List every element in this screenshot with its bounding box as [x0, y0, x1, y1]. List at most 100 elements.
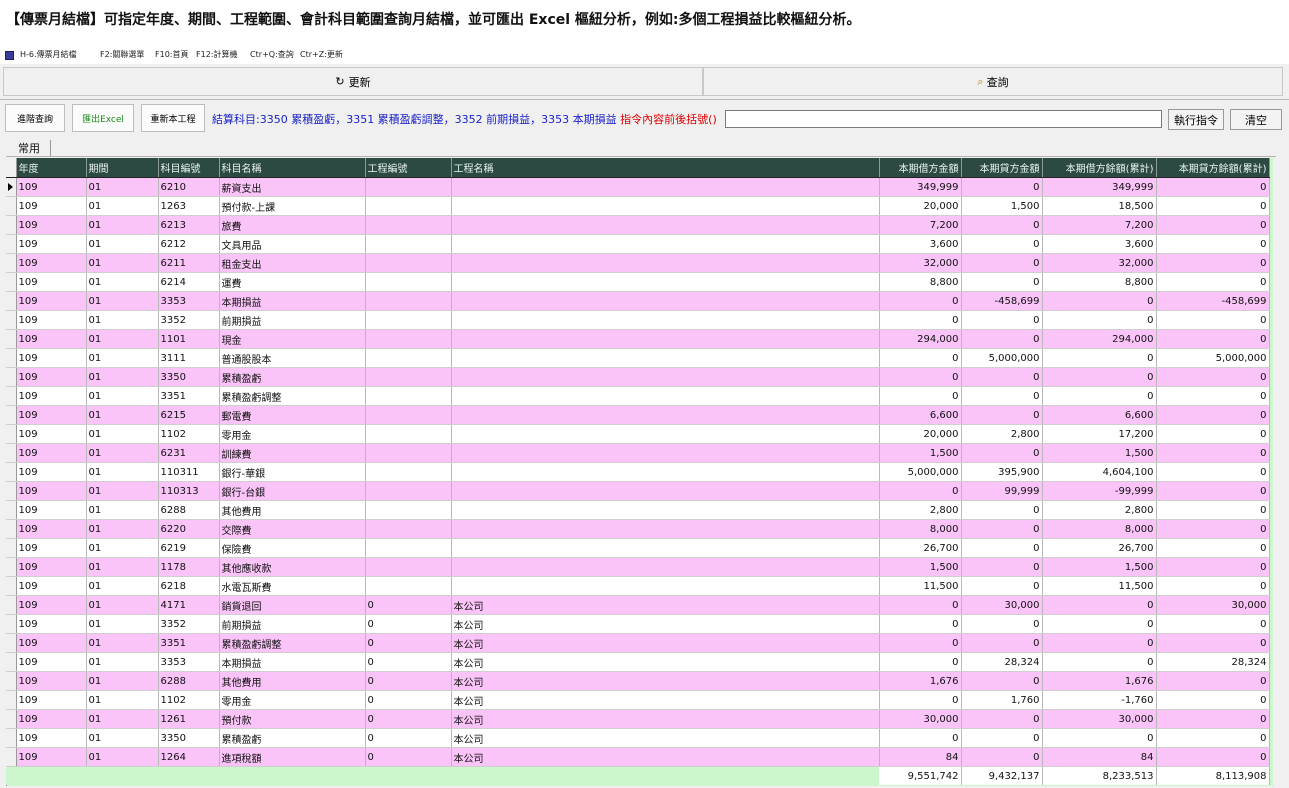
cell-debit-balance[interactable]: 0: [1042, 367, 1157, 387]
cell-account-name[interactable]: 預付款: [219, 709, 366, 729]
cell-credit-amount[interactable]: 0: [961, 538, 1043, 558]
cell-credit-balance[interactable]: 0: [1156, 424, 1270, 444]
cell-year[interactable]: 109: [16, 747, 87, 767]
cell-project-name[interactable]: [451, 538, 880, 558]
cell-account-name[interactable]: 銀行-台銀: [219, 481, 366, 501]
table-row[interactable]: 109 01 1102 零用金 0 本公司 0 1,760 -1,760 0: [6, 690, 1270, 710]
col-project-name-header[interactable]: 工程名稱: [451, 158, 880, 178]
cell-debit-amount[interactable]: 0: [879, 348, 962, 368]
cell-credit-balance[interactable]: 0: [1156, 614, 1270, 634]
cell-project-code[interactable]: [365, 481, 452, 501]
cell-credit-balance[interactable]: 0: [1156, 481, 1270, 501]
cell-account-code[interactable]: 1261: [158, 709, 220, 729]
cell-debit-balance[interactable]: 8,800: [1042, 272, 1157, 292]
cell-credit-balance[interactable]: 0: [1156, 405, 1270, 425]
cell-year[interactable]: 109: [16, 690, 87, 710]
cell-project-name[interactable]: [451, 310, 880, 330]
cell-credit-balance[interactable]: 0: [1156, 538, 1270, 558]
cell-credit-balance[interactable]: 0: [1156, 367, 1270, 387]
cell-period[interactable]: 01: [86, 614, 159, 634]
cell-account-code[interactable]: 1178: [158, 557, 220, 577]
cell-period[interactable]: 01: [86, 424, 159, 444]
row-selector[interactable]: [6, 538, 17, 558]
cell-credit-amount[interactable]: 0: [961, 215, 1043, 235]
cell-project-code[interactable]: 0: [365, 690, 452, 710]
cell-account-name[interactable]: 零用金: [219, 424, 366, 444]
cell-credit-amount[interactable]: 395,900: [961, 462, 1043, 482]
cell-debit-balance[interactable]: 7,200: [1042, 215, 1157, 235]
cell-account-name[interactable]: 預付款-上課: [219, 196, 366, 216]
cell-credit-amount[interactable]: 30,000: [961, 595, 1043, 615]
cell-account-code[interactable]: 6211: [158, 253, 220, 273]
cell-year[interactable]: 109: [16, 709, 87, 729]
query-button[interactable]: ⌕ 查詢: [703, 67, 1283, 96]
cell-credit-balance[interactable]: 0: [1156, 557, 1270, 577]
cell-year[interactable]: 109: [16, 633, 87, 653]
cell-project-code[interactable]: [365, 538, 452, 558]
cell-period[interactable]: 01: [86, 709, 159, 729]
cell-credit-amount[interactable]: 0: [961, 671, 1043, 691]
cell-debit-balance[interactable]: 2,800: [1042, 500, 1157, 520]
cell-credit-amount[interactable]: 5,000,000: [961, 348, 1043, 368]
cell-debit-amount[interactable]: 2,800: [879, 500, 962, 520]
cell-debit-amount[interactable]: 0: [879, 652, 962, 672]
command-input[interactable]: [725, 110, 1162, 128]
row-selector[interactable]: [6, 329, 17, 349]
cell-period[interactable]: 01: [86, 576, 159, 596]
cell-account-name[interactable]: 郵電費: [219, 405, 366, 425]
cell-project-name[interactable]: [451, 177, 880, 197]
col-credit-balance-header[interactable]: 本期貸方餘額(累計): [1156, 158, 1270, 178]
cell-debit-amount[interactable]: 0: [879, 386, 962, 406]
cell-credit-amount[interactable]: 0: [961, 329, 1043, 349]
cell-project-code[interactable]: 0: [365, 652, 452, 672]
cell-project-code[interactable]: 0: [365, 728, 452, 748]
cell-year[interactable]: 109: [16, 462, 87, 482]
table-row[interactable]: 109 01 6231 訓練費 1,500 0 1,500 0: [6, 443, 1270, 463]
table-row[interactable]: 109 01 3111 普通股股本 0 5,000,000 0 5,000,000: [6, 348, 1270, 368]
cell-project-code[interactable]: 0: [365, 671, 452, 691]
table-row[interactable]: 109 01 6288 其他費用 0 本公司 1,676 0 1,676 0: [6, 671, 1270, 691]
row-selector[interactable]: [6, 386, 17, 406]
row-selector[interactable]: [6, 595, 17, 615]
cell-account-code[interactable]: 6210: [158, 177, 220, 197]
cell-account-name[interactable]: 旅費: [219, 215, 366, 235]
cell-account-name[interactable]: 薪資支出: [219, 177, 366, 197]
cell-account-name[interactable]: 租金支出: [219, 253, 366, 273]
cell-period[interactable]: 01: [86, 633, 159, 653]
cell-project-name[interactable]: [451, 329, 880, 349]
row-selector[interactable]: [6, 234, 17, 254]
cell-account-code[interactable]: 6218: [158, 576, 220, 596]
cell-credit-balance[interactable]: 0: [1156, 386, 1270, 406]
cell-debit-balance[interactable]: -99,999: [1042, 481, 1157, 501]
cell-period[interactable]: 01: [86, 196, 159, 216]
cell-year[interactable]: 109: [16, 367, 87, 387]
cell-project-name[interactable]: [451, 557, 880, 577]
cell-period[interactable]: 01: [86, 253, 159, 273]
cell-debit-balance[interactable]: 0: [1042, 652, 1157, 672]
row-selector[interactable]: [6, 196, 17, 216]
cell-credit-amount[interactable]: 0: [961, 709, 1043, 729]
cell-credit-amount[interactable]: 2,800: [961, 424, 1043, 444]
cell-debit-balance[interactable]: 0: [1042, 291, 1157, 311]
cell-debit-amount[interactable]: 3,600: [879, 234, 962, 254]
cell-project-name[interactable]: 本公司: [451, 633, 880, 653]
cell-debit-amount[interactable]: 349,999: [879, 177, 962, 197]
cell-project-code[interactable]: [365, 405, 452, 425]
cell-account-code[interactable]: 6213: [158, 215, 220, 235]
cell-account-code[interactable]: 6214: [158, 272, 220, 292]
cell-credit-amount[interactable]: 0: [961, 234, 1043, 254]
cell-account-code[interactable]: 6215: [158, 405, 220, 425]
cell-period[interactable]: 01: [86, 291, 159, 311]
cell-account-name[interactable]: 銷貨退回: [219, 595, 366, 615]
table-row[interactable]: 109 01 6220 交際費 8,000 0 8,000 0: [6, 519, 1270, 539]
cell-credit-balance[interactable]: 0: [1156, 576, 1270, 596]
cell-project-code[interactable]: [365, 253, 452, 273]
col-project-code-header[interactable]: 工程編號: [365, 158, 452, 178]
cell-account-code[interactable]: 6212: [158, 234, 220, 254]
cell-project-name[interactable]: 本公司: [451, 728, 880, 748]
cell-project-code[interactable]: [365, 329, 452, 349]
table-row[interactable]: 109 01 1264 進項稅額 0 本公司 84 0 84 0: [6, 747, 1270, 767]
table-row[interactable]: 109 01 6214 運費 8,800 0 8,800 0: [6, 272, 1270, 292]
cell-account-name[interactable]: 其他費用: [219, 671, 366, 691]
cell-project-name[interactable]: [451, 215, 880, 235]
